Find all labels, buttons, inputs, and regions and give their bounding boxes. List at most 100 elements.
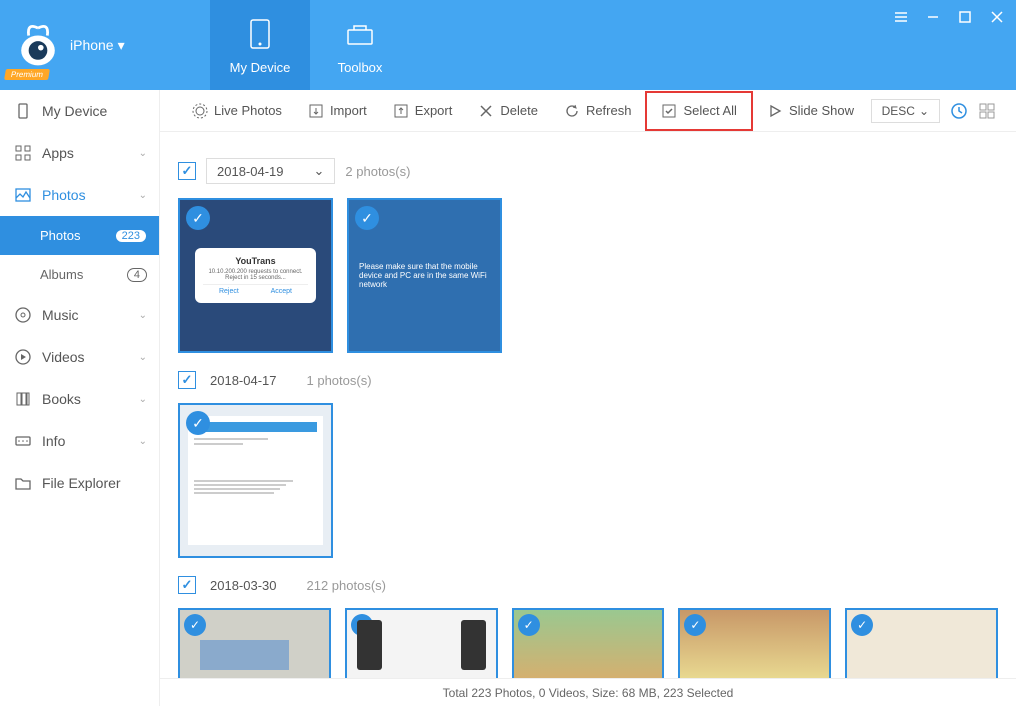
chevron-down-icon: ⌄ [139,352,147,363]
sidebar-label: Photos [40,228,80,243]
status-text: Total 223 Photos, 0 Videos, Size: 68 MB,… [443,686,734,700]
tab-my-device[interactable]: My Device [210,0,310,90]
sidebar-label: My Device [42,103,107,119]
live-icon [192,103,208,119]
date-label: 2018-04-17 [210,373,277,388]
date-group-header: 2018-04-19 ⌄ 2 photos(s) [178,158,998,184]
photo-thumbnail[interactable]: ✓ [512,608,665,678]
toolbar-right: DESC ⌄ [871,99,996,123]
check-icon: ✓ [851,614,873,636]
device-selector[interactable]: iPhone ▾ [70,37,125,54]
window-controls [890,6,1008,28]
refresh-button[interactable]: Refresh [552,97,644,125]
chevron-down-icon: ⌄ [919,104,929,118]
count-badge: 223 [115,229,147,243]
folder-icon [14,474,32,492]
status-bar: Total 223 Photos, 0 Videos, Size: 68 MB,… [160,678,1016,706]
check-icon: ✓ [186,411,210,435]
tab-label: Toolbox [338,60,383,75]
sidebar-item-apps[interactable]: Apps ⌄ [0,132,159,174]
sidebar-label: File Explorer [42,475,121,491]
slideshow-button[interactable]: Slide Show [755,97,866,125]
date-group-header: 2018-04-17 1 photos(s) [178,371,998,389]
check-icon: ✓ [184,614,206,636]
premium-badge: Premium [4,69,50,80]
sidebar: My Device Apps ⌄ Photos ⌄ Photos 223 Alb… [0,90,160,706]
check-icon: ✓ [684,614,706,636]
photo-content: 2018-04-19 ⌄ 2 photos(s) ✓ YouTrans 10.1… [160,132,1016,678]
clock-icon[interactable] [950,102,968,120]
menu-icon[interactable] [890,6,912,28]
import-button[interactable]: Import [296,97,379,125]
photo-grid: ✓ [178,403,998,558]
sort-button[interactable]: DESC ⌄ [871,99,940,123]
minimize-icon[interactable] [922,6,944,28]
photo-grid: ✓ ✓ ✓ ✓ ✓ [178,608,998,678]
play-icon [767,103,783,119]
sidebar-label: Albums [40,267,83,282]
chevron-down-icon: ⌄ [139,394,147,405]
sidebar-subitem-photos[interactable]: Photos 223 [0,216,159,255]
photo-thumbnail[interactable]: ✓ [178,403,333,558]
group-checkbox[interactable] [178,576,196,594]
music-icon [14,306,32,324]
info-icon [14,432,32,450]
apps-icon [14,144,32,162]
check-icon: ✓ [186,206,210,230]
books-icon [14,390,32,408]
delete-icon [478,103,494,119]
sidebar-item-music[interactable]: Music ⌄ [0,294,159,336]
sidebar-label: Books [42,391,81,407]
grid-view-icon[interactable] [978,102,996,120]
chevron-down-icon: ⌄ [314,163,325,179]
refresh-icon [564,103,580,119]
tab-toolbox[interactable]: Toolbox [310,0,410,90]
select-all-button[interactable]: Select All [645,91,752,131]
close-icon[interactable] [986,6,1008,28]
sidebar-item-photos[interactable]: Photos ⌄ [0,174,159,216]
tab-label: My Device [230,60,291,75]
maximize-icon[interactable] [954,6,976,28]
photo-thumbnail[interactable]: ✓ YouTrans 10.10.200.200 requests to con… [178,198,333,353]
photo-thumbnail[interactable]: ✓ [678,608,831,678]
toolbox-icon [342,16,378,52]
videos-icon [14,348,32,366]
photo-thumbnail[interactable]: ✓ [845,608,998,678]
export-button[interactable]: Export [381,97,465,125]
group-checkbox[interactable] [178,162,196,180]
count-badge: 4 [127,268,147,282]
check-icon: ✓ [518,614,540,636]
export-icon [393,103,409,119]
device-icon [14,102,32,120]
date-selector[interactable]: 2018-04-19 ⌄ [206,158,335,184]
photo-thumbnail[interactable]: ✓ [345,608,498,678]
sidebar-item-my-device[interactable]: My Device [0,90,159,132]
sidebar-item-file-explorer[interactable]: File Explorer [0,462,159,504]
group-checkbox[interactable] [178,371,196,389]
import-icon [308,103,324,119]
check-icon: ✓ [355,206,379,230]
sidebar-item-videos[interactable]: Videos ⌄ [0,336,159,378]
photo-grid: ✓ YouTrans 10.10.200.200 requests to con… [178,198,998,353]
sidebar-item-info[interactable]: Info ⌄ [0,420,159,462]
header-tabs: My Device Toolbox [210,0,410,90]
date-label: 2018-03-30 [210,578,277,593]
chevron-down-icon: ⌄ [139,190,147,201]
select-all-icon [661,103,677,119]
sidebar-label: Videos [42,349,85,365]
toolbar: Live Photos Import Export Delete Refresh… [160,90,1016,132]
chevron-down-icon: ⌄ [139,148,147,159]
live-photos-button[interactable]: Live Photos [180,97,294,125]
sidebar-label: Info [42,433,65,449]
delete-button[interactable]: Delete [466,97,550,125]
app-logo: Premium [10,15,70,75]
sidebar-item-books[interactable]: Books ⌄ [0,378,159,420]
photo-thumbnail[interactable]: ✓ Please make sure that the mobile devic… [347,198,502,353]
photo-thumbnail[interactable]: ✓ [178,608,331,678]
device-label: iPhone [70,37,114,53]
sidebar-subitem-albums[interactable]: Albums 4 [0,255,159,294]
photo-count: 212 photos(s) [307,578,387,593]
photos-icon [14,186,32,204]
sidebar-label: Apps [42,145,74,161]
sidebar-label: Photos [42,187,86,203]
